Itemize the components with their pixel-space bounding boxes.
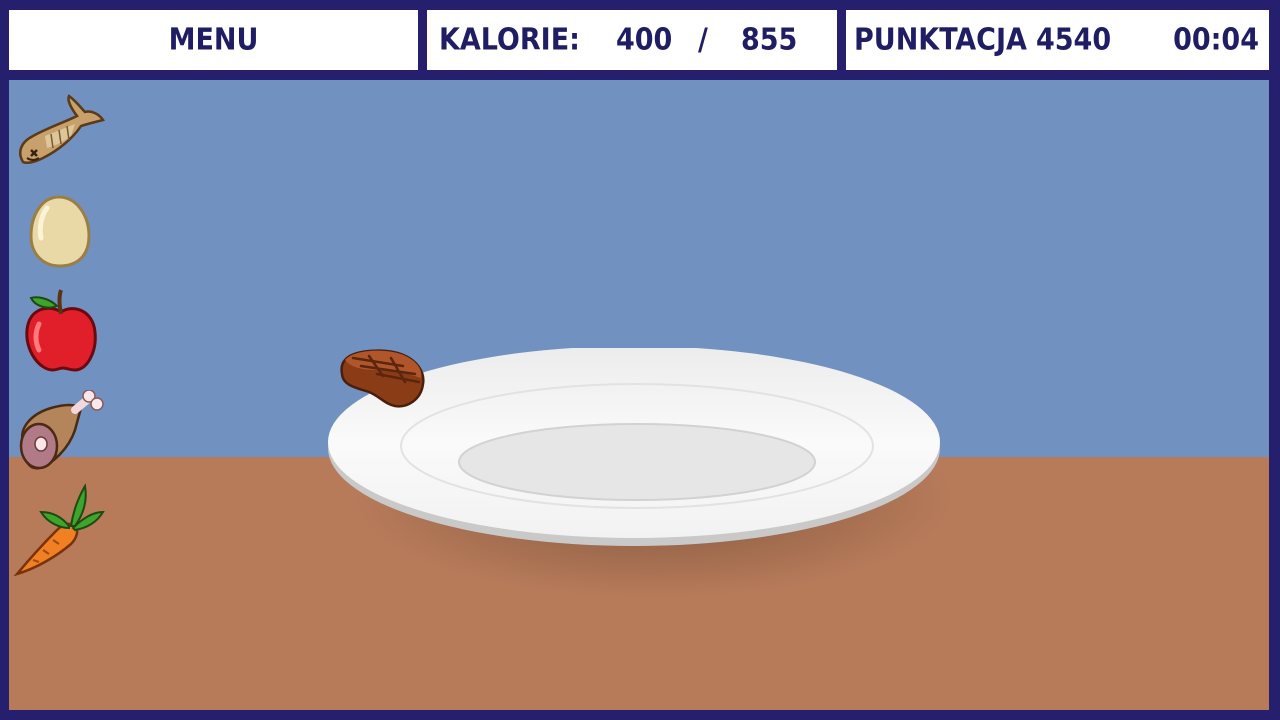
apple-icon[interactable] [23, 288, 99, 374]
fish-icon[interactable] [15, 92, 107, 172]
calories-panel: KALORIE: 400 / 855 [427, 10, 837, 70]
score-panel: PUNKTACJA 4540 00:04 [846, 10, 1269, 70]
calories-current: 400 [616, 22, 673, 58]
carrot-icon[interactable] [13, 482, 105, 576]
score-label: PUNKTACJA [854, 22, 1027, 58]
ham-leg-icon[interactable] [15, 390, 107, 474]
calories-label: KALORIE: [439, 22, 580, 58]
calories-target: 855 [741, 22, 798, 58]
menu-label: MENU [168, 22, 259, 58]
menu-button[interactable]: MENU [9, 10, 418, 70]
calories-separator: / [698, 22, 708, 58]
game-scene [9, 80, 1269, 710]
score-value: 4540 [1036, 22, 1112, 58]
steak-icon[interactable] [339, 348, 429, 410]
timer: 00:04 [1173, 22, 1259, 58]
potato-icon[interactable] [27, 194, 93, 270]
